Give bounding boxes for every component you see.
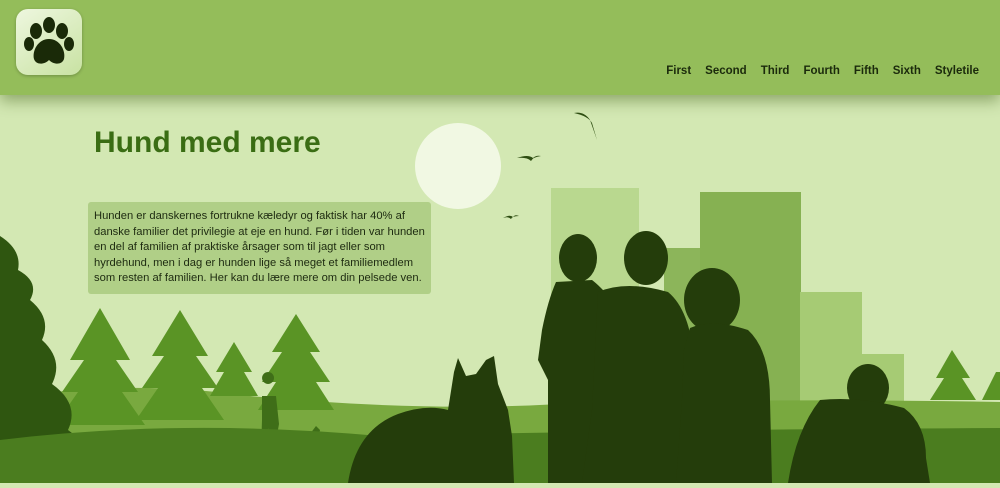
paw-icon (24, 17, 74, 64)
intro-text: Hunden er danskernes fortrukne kæledyr o… (88, 202, 431, 294)
nav-fourth[interactable]: Fourth (796, 65, 846, 77)
nav-styletile[interactable]: Styletile (928, 65, 986, 77)
bird (503, 215, 519, 219)
nav-first[interactable]: First (659, 65, 698, 77)
site-header: First Second Third Fourth Fifth Sixth St… (0, 0, 1000, 95)
logo[interactable] (16, 9, 82, 75)
nav-fifth[interactable]: Fifth (847, 65, 886, 77)
sun (415, 123, 501, 209)
nav-third[interactable]: Third (754, 65, 797, 77)
page-title: Hund med mere (94, 126, 321, 159)
bird (574, 112, 597, 140)
nav-second[interactable]: Second (698, 65, 754, 77)
main-nav: First Second Third Fourth Fifth Sixth St… (659, 65, 986, 77)
nav-sixth[interactable]: Sixth (886, 65, 928, 77)
bird (517, 155, 541, 161)
